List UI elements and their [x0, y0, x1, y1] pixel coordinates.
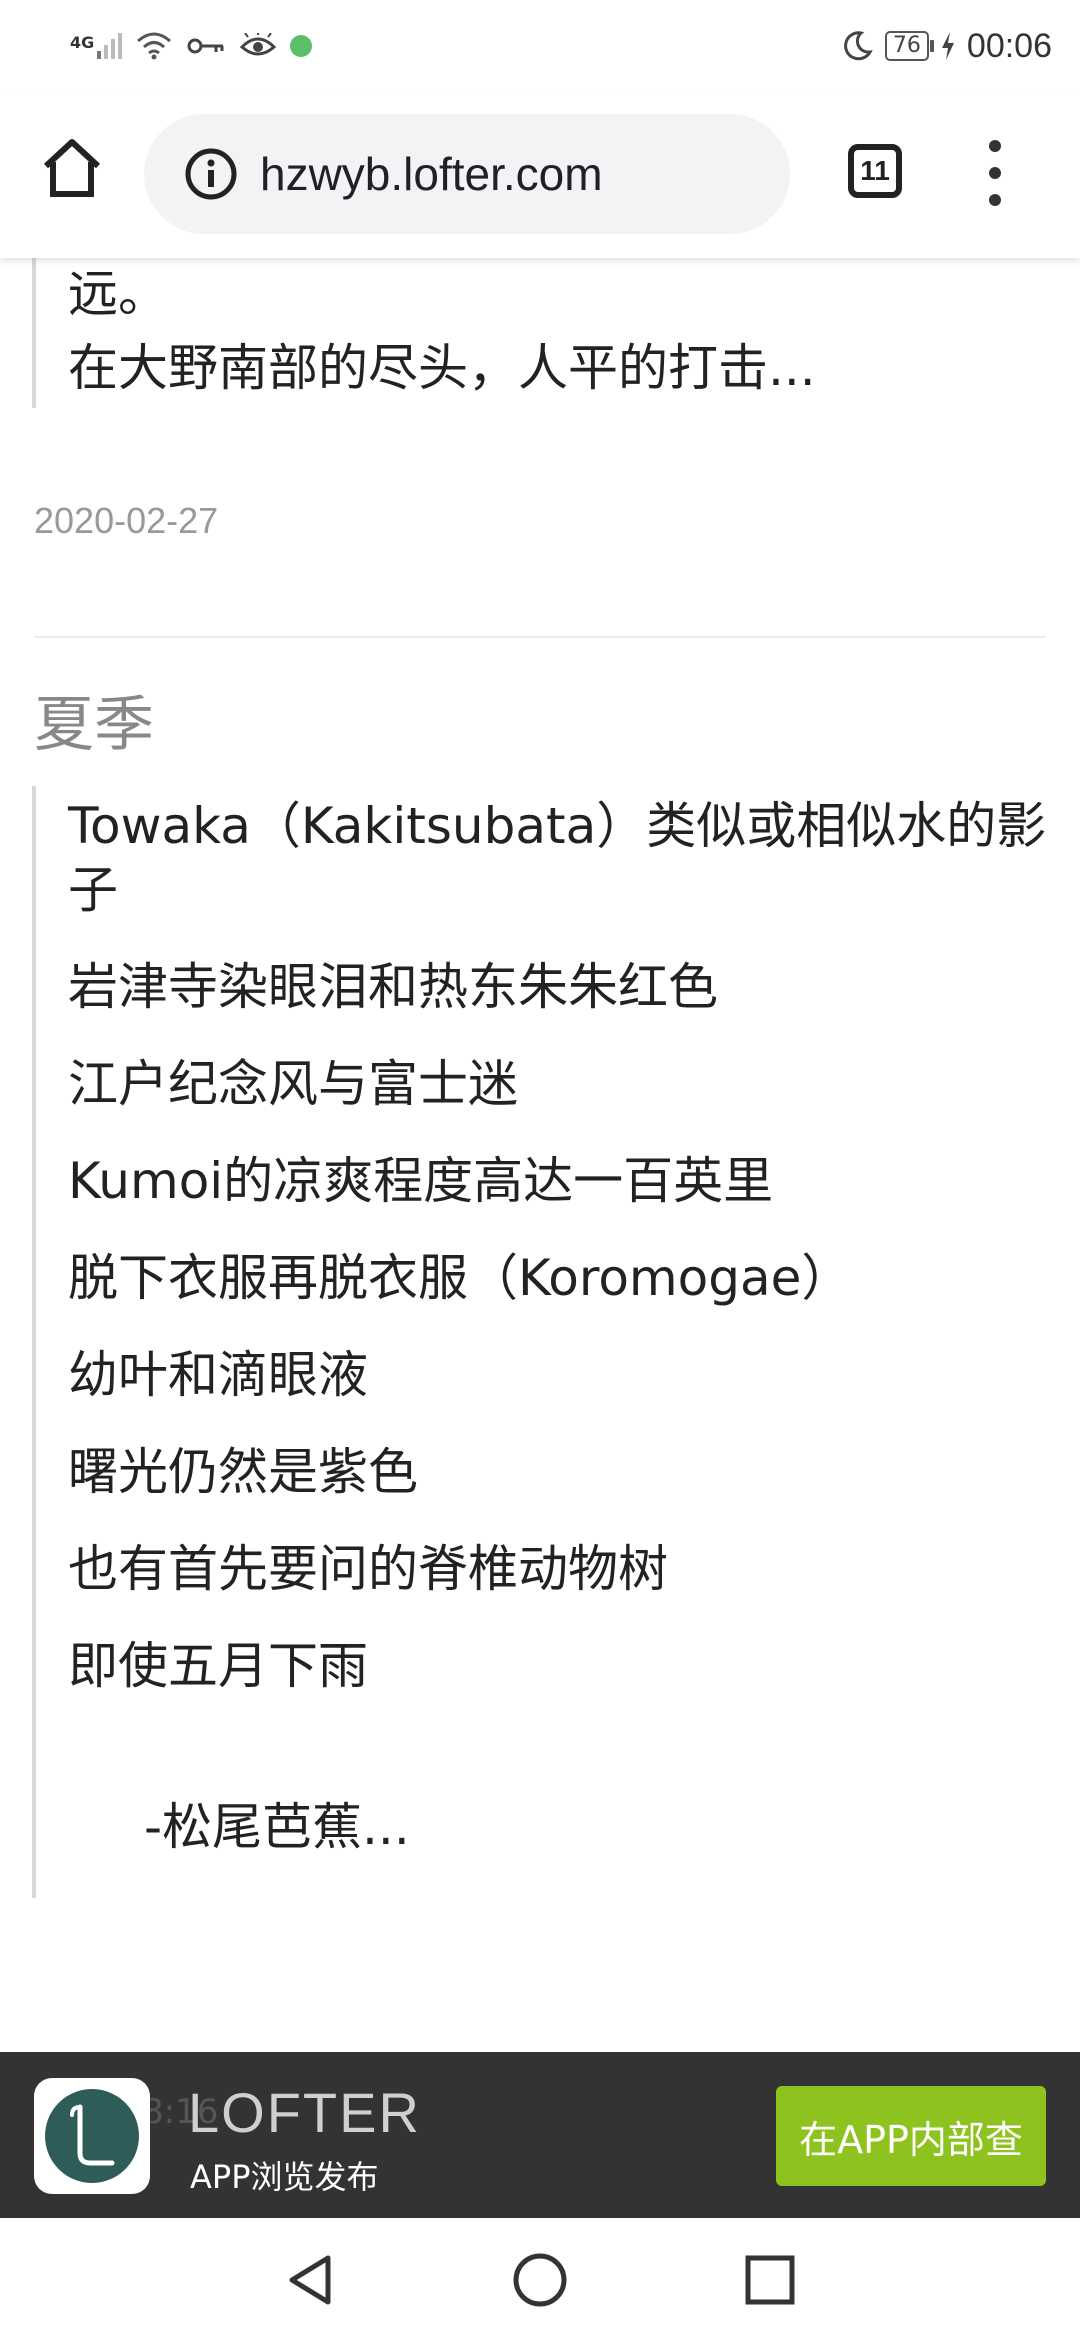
clock: 00:06: [966, 26, 1052, 65]
browser-toolbar: hzwyb.lofter.com 11: [0, 92, 1080, 258]
moon-icon: [844, 31, 873, 61]
eye-icon: [240, 33, 277, 56]
post-title[interactable]: 夏季: [34, 676, 154, 763]
poem-line: 江户纪念风与富士迷: [68, 1055, 518, 1113]
prev-post-excerpt[interactable]: 远。 在大野南部的尽头，人平的打击...: [32, 258, 1046, 408]
banner-subtitle: APP浏览发布: [190, 2158, 379, 2196]
excerpt-line: 远。: [68, 265, 168, 323]
back-icon[interactable]: [284, 2252, 336, 2308]
open-in-app-button[interactable]: 在APP内部查: [776, 2086, 1046, 2186]
page-content: 远。 在大野南部的尽头，人平的打击... 2020-02-27 夏季 Towak…: [0, 258, 1080, 2052]
app-download-banner: 8:16 LOFTER APP浏览发布 在APP内部查: [0, 2052, 1080, 2218]
lofter-app-icon[interactable]: [34, 2078, 150, 2194]
tab-switcher-button[interactable]: 11: [848, 144, 902, 198]
status-bar: 4G 76 00:06: [0, 0, 1080, 92]
battery-icon: 76: [884, 31, 934, 61]
url-text[interactable]: hzwyb.lofter.com: [260, 147, 603, 201]
post-date: 2020-02-27: [34, 500, 219, 541]
info-icon[interactable]: [184, 147, 238, 201]
signal-icon: 4G: [70, 33, 123, 59]
app-notification-icon: [290, 35, 313, 57]
status-icons-right: 76 00:06: [841, 22, 1052, 70]
system-nav-bar: [0, 2218, 1080, 2340]
wifi-icon: [137, 32, 172, 60]
poem-line: Kumoi的凉爽程度高达一百英里: [68, 1152, 774, 1210]
poem-line: Towaka（Kakitsubata）类似或相似水的影子: [68, 797, 1047, 919]
poem-line: 脱下衣服再脱衣服（Koromogae）: [68, 1249, 852, 1307]
brand-logo: LOFTER: [188, 2081, 421, 2144]
poem-line: 岩津寺染眼泪和热东朱朱红色: [68, 958, 718, 1016]
address-bar[interactable]: hzwyb.lofter.com: [144, 114, 790, 234]
key-icon: [187, 38, 224, 54]
poem-line: 也有首先要问的脊椎动物树: [68, 1540, 668, 1598]
charging-icon: [941, 32, 954, 60]
home-icon[interactable]: [40, 136, 104, 200]
home-nav-icon[interactable]: [512, 2252, 568, 2308]
recents-icon[interactable]: [744, 2254, 796, 2306]
post-excerpt[interactable]: Towaka（Kakitsubata）类似或相似水的影子岩津寺染眼泪和热东朱朱红…: [32, 786, 1048, 1898]
more-options-icon[interactable]: [984, 140, 1006, 206]
lofter-logo-icon: [70, 2104, 115, 2166]
poem-line: 曙光仍然是紫色: [68, 1443, 418, 1501]
poem-line: 即使五月下雨: [68, 1637, 368, 1695]
divider: [34, 636, 1046, 638]
poem-line: 幼叶和滴眼液: [68, 1346, 368, 1404]
status-icons-left: 4G: [70, 22, 313, 70]
excerpt-line: 在大野南部的尽头，人平的打击...: [68, 339, 816, 397]
poem-signature: -松尾芭蕉...: [144, 1798, 410, 1856]
